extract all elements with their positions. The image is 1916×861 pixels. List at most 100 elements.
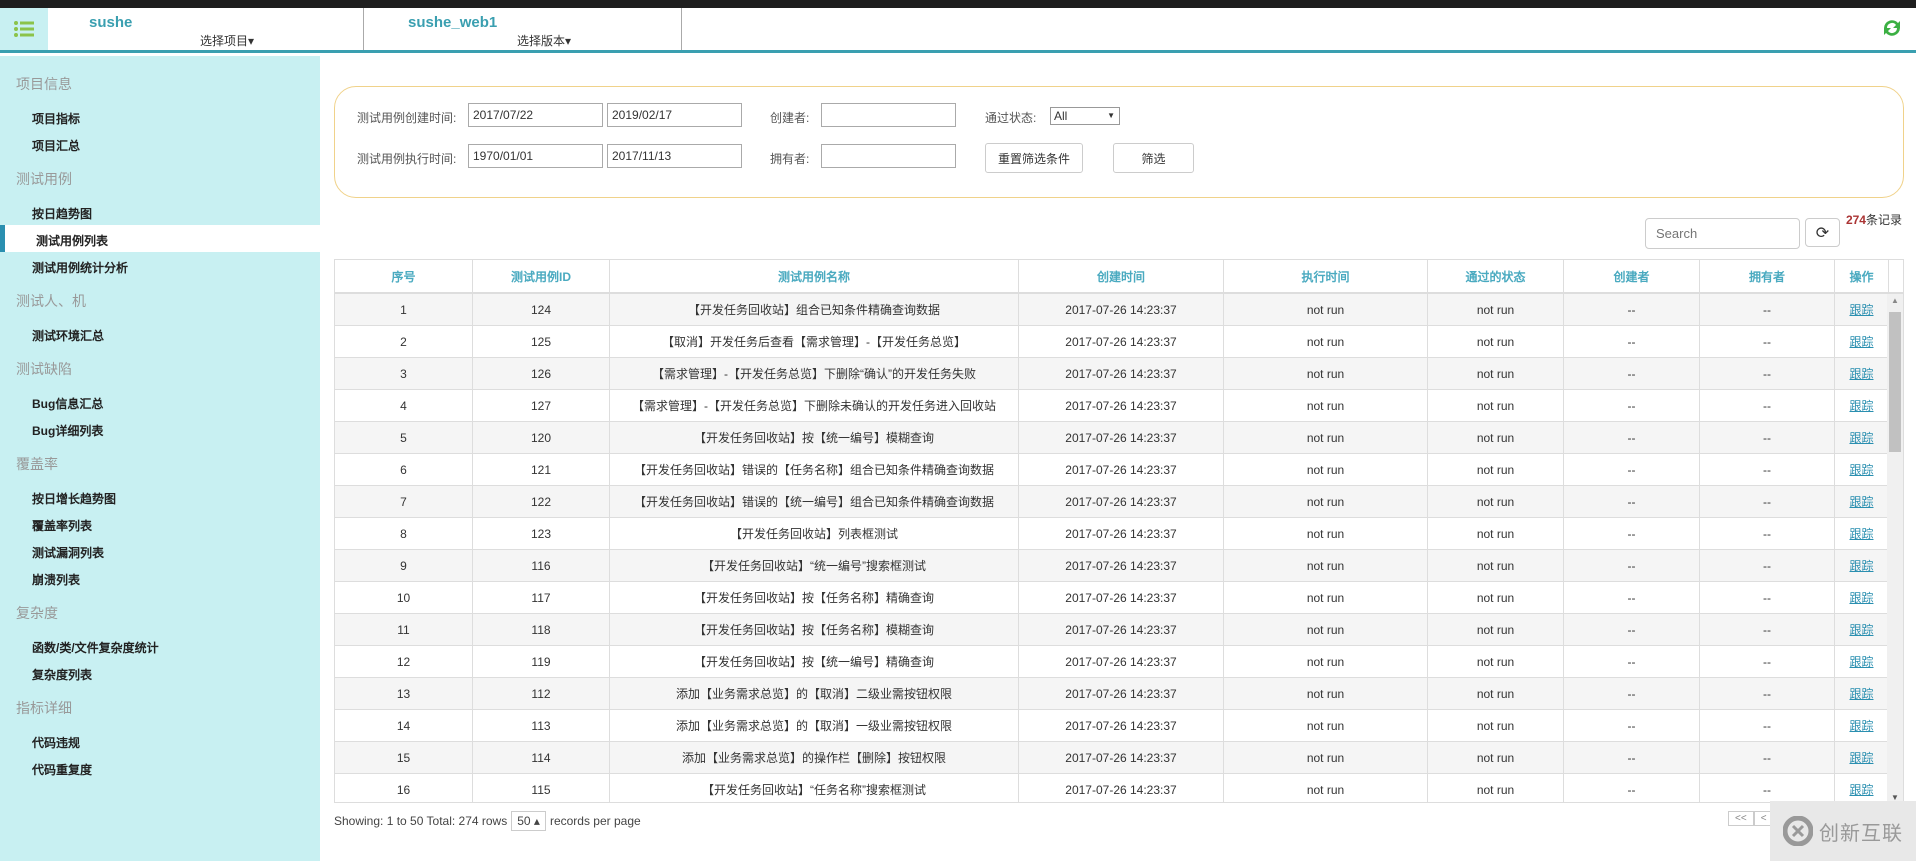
table-row: 12 119 【开发任务回收站】按【统一编号】精确查询 2017-07-26 14:2… [335, 646, 1889, 678]
search-input[interactable] [1645, 218, 1800, 249]
per-page-select[interactable]: 50 ▴ [511, 811, 546, 831]
scrollbar-thumb[interactable] [1889, 312, 1901, 452]
track-link[interactable]: 跟踪 [1849, 621, 1873, 638]
project-selector[interactable]: sushe 选择项目▾ [48, 8, 364, 50]
sidebar-item[interactable]: 复杂度列表 [32, 666, 92, 683]
table-row: 16 115 【开发任务回收站】“任务名称”搜索框测试 2017-07-26 14:2… [335, 774, 1889, 802]
creator-input[interactable] [821, 103, 956, 127]
window-top-bar [0, 0, 1916, 8]
case-id: 116 [531, 558, 551, 573]
table-cell: 124 [473, 294, 610, 325]
sidebar-group-label: 测试人、机 [16, 293, 86, 309]
filter-button[interactable]: 筛选 [1113, 143, 1194, 173]
table-scrollbar[interactable]: ▲ ▼ [1887, 294, 1903, 802]
table-cell: 跟踪 [1835, 742, 1889, 773]
refresh-icon[interactable] [1880, 16, 1904, 43]
version-selector[interactable]: sushe_web1 选择版本▾ [364, 8, 682, 50]
sidebar-item[interactable]: 项目汇总 [32, 137, 80, 154]
table-cell: 16 [335, 774, 473, 802]
track-link[interactable]: 跟踪 [1849, 749, 1873, 766]
sidebar-item[interactable]: 按日趋势图 [32, 205, 92, 222]
table-row: 6 121 【开发任务回收站】错误的【任务名称】组合已知条件精确查询数据 2017-0… [335, 454, 1889, 486]
created-time: 2017-07-26 14:23:37 [1065, 654, 1177, 669]
reset-filter-button[interactable]: 重置筛选条件 [985, 143, 1083, 173]
track-link[interactable]: 跟踪 [1849, 557, 1873, 574]
column-header[interactable]: 通过的状态 [1428, 260, 1564, 292]
creator: -- [1627, 494, 1636, 509]
column-header[interactable]: 创建时间 [1019, 260, 1224, 292]
table-row: 7 122 【开发任务回收站】错误的【统一编号】组合已知条件精确查询数据 2017-0… [335, 486, 1889, 518]
track-link[interactable]: 跟踪 [1849, 493, 1873, 510]
column-header[interactable]: 拥有者 [1700, 260, 1835, 292]
track-link[interactable]: 跟踪 [1849, 781, 1873, 798]
status-select[interactable]: All ▼ [1050, 107, 1120, 125]
exec-time: not run [1306, 302, 1345, 317]
column-header[interactable]: 序号 [335, 260, 473, 292]
table-cell: 跟踪 [1835, 678, 1889, 709]
column-header[interactable]: 测试用例名称 [610, 260, 1019, 292]
track-link[interactable]: 跟踪 [1849, 685, 1873, 702]
table-cell: 跟踪 [1835, 422, 1889, 453]
table-cell: 添加【业务需求总览】的【取消】一级业需按钮权限 [610, 710, 1019, 741]
menu-button[interactable] [0, 8, 48, 50]
create-from-input[interactable] [468, 103, 603, 127]
table-cell: 2017-07-26 14:23:37 [1019, 582, 1224, 613]
track-link[interactable]: 跟踪 [1849, 525, 1873, 542]
sidebar-item[interactable]: 测试用例统计分析 [32, 259, 128, 276]
table-cell: -- [1700, 390, 1835, 421]
sidebar-item[interactable]: Bug详细列表 [32, 422, 103, 439]
column-header[interactable]: 操作 [1835, 260, 1889, 292]
exec-to-input[interactable] [607, 144, 742, 168]
table-cell: 5 [335, 422, 473, 453]
select-version-dropdown[interactable]: 选择版本▾ [517, 32, 571, 49]
track-link[interactable]: 跟踪 [1849, 589, 1873, 606]
owner: -- [1763, 750, 1771, 765]
sidebar-item[interactable]: 函数/类/文件复杂度统计 [32, 639, 159, 656]
sidebar-item[interactable]: 测试用例列表 [36, 232, 108, 249]
sidebar-item[interactable]: 覆盖率列表 [32, 517, 92, 534]
creator: -- [1627, 366, 1636, 381]
first-page-button[interactable]: << [1728, 811, 1754, 826]
track-link[interactable]: 跟踪 [1849, 365, 1873, 382]
select-project-dropdown[interactable]: 选择项目▾ [200, 32, 254, 49]
table-cell: 2017-07-26 14:23:37 [1019, 390, 1224, 421]
table-cell: 【取消】开发任务后查看【需求管理】-【开发任务总览】 [610, 326, 1019, 357]
row-index: 7 [400, 494, 407, 509]
sidebar-item[interactable]: 测试环境汇总 [32, 327, 104, 344]
table-cell: 2017-07-26 14:23:37 [1019, 454, 1224, 485]
track-link[interactable]: 跟踪 [1849, 301, 1873, 318]
sidebar-item[interactable]: 测试漏洞列表 [32, 544, 104, 561]
track-link[interactable]: 跟踪 [1849, 653, 1873, 670]
sidebar-item[interactable]: 崩溃列表 [32, 571, 80, 588]
sidebar-item[interactable]: 代码重复度 [32, 761, 92, 778]
column-header[interactable]: 创建者 [1564, 260, 1700, 292]
track-link[interactable]: 跟踪 [1849, 717, 1873, 734]
track-link[interactable]: 跟踪 [1849, 397, 1873, 414]
table-cell: -- [1700, 550, 1835, 581]
exec-from-input[interactable] [468, 144, 603, 168]
sidebar-item[interactable]: 按日增长趋势图 [32, 490, 116, 507]
track-link[interactable]: 跟踪 [1849, 333, 1873, 350]
scroll-up-icon[interactable]: ▲ [1891, 296, 1899, 305]
column-header[interactable]: 执行时间 [1224, 260, 1428, 292]
row-index: 14 [396, 718, 411, 733]
case-name: 【开发任务回收站】“统一编号”搜索框测试 [702, 559, 926, 573]
sidebar-item[interactable]: 代码违规 [32, 734, 80, 751]
table-cell: 2017-07-26 14:23:37 [1019, 614, 1224, 645]
column-header[interactable]: 测试用例ID [473, 260, 610, 292]
refresh-table-button[interactable]: ⟳ [1805, 218, 1840, 247]
table-cell: -- [1700, 294, 1835, 325]
table-cell: -- [1700, 518, 1835, 549]
table-cell: 3 [335, 358, 473, 389]
table-cell: not run [1428, 486, 1564, 517]
sidebar-item[interactable]: 项目指标 [32, 110, 80, 127]
table-cell: 7 [335, 486, 473, 517]
create-to-input[interactable] [607, 103, 742, 127]
owner-input[interactable] [821, 144, 956, 168]
sidebar-item[interactable]: Bug信息汇总 [32, 395, 103, 412]
row-index: 13 [396, 686, 411, 701]
track-link[interactable]: 跟踪 [1849, 461, 1873, 478]
track-link[interactable]: 跟踪 [1849, 429, 1873, 446]
table-row: 10 117 【开发任务回收站】按【任务名称】精确查询 2017-07-26 14:2… [335, 582, 1889, 614]
case-id: 126 [530, 366, 552, 381]
